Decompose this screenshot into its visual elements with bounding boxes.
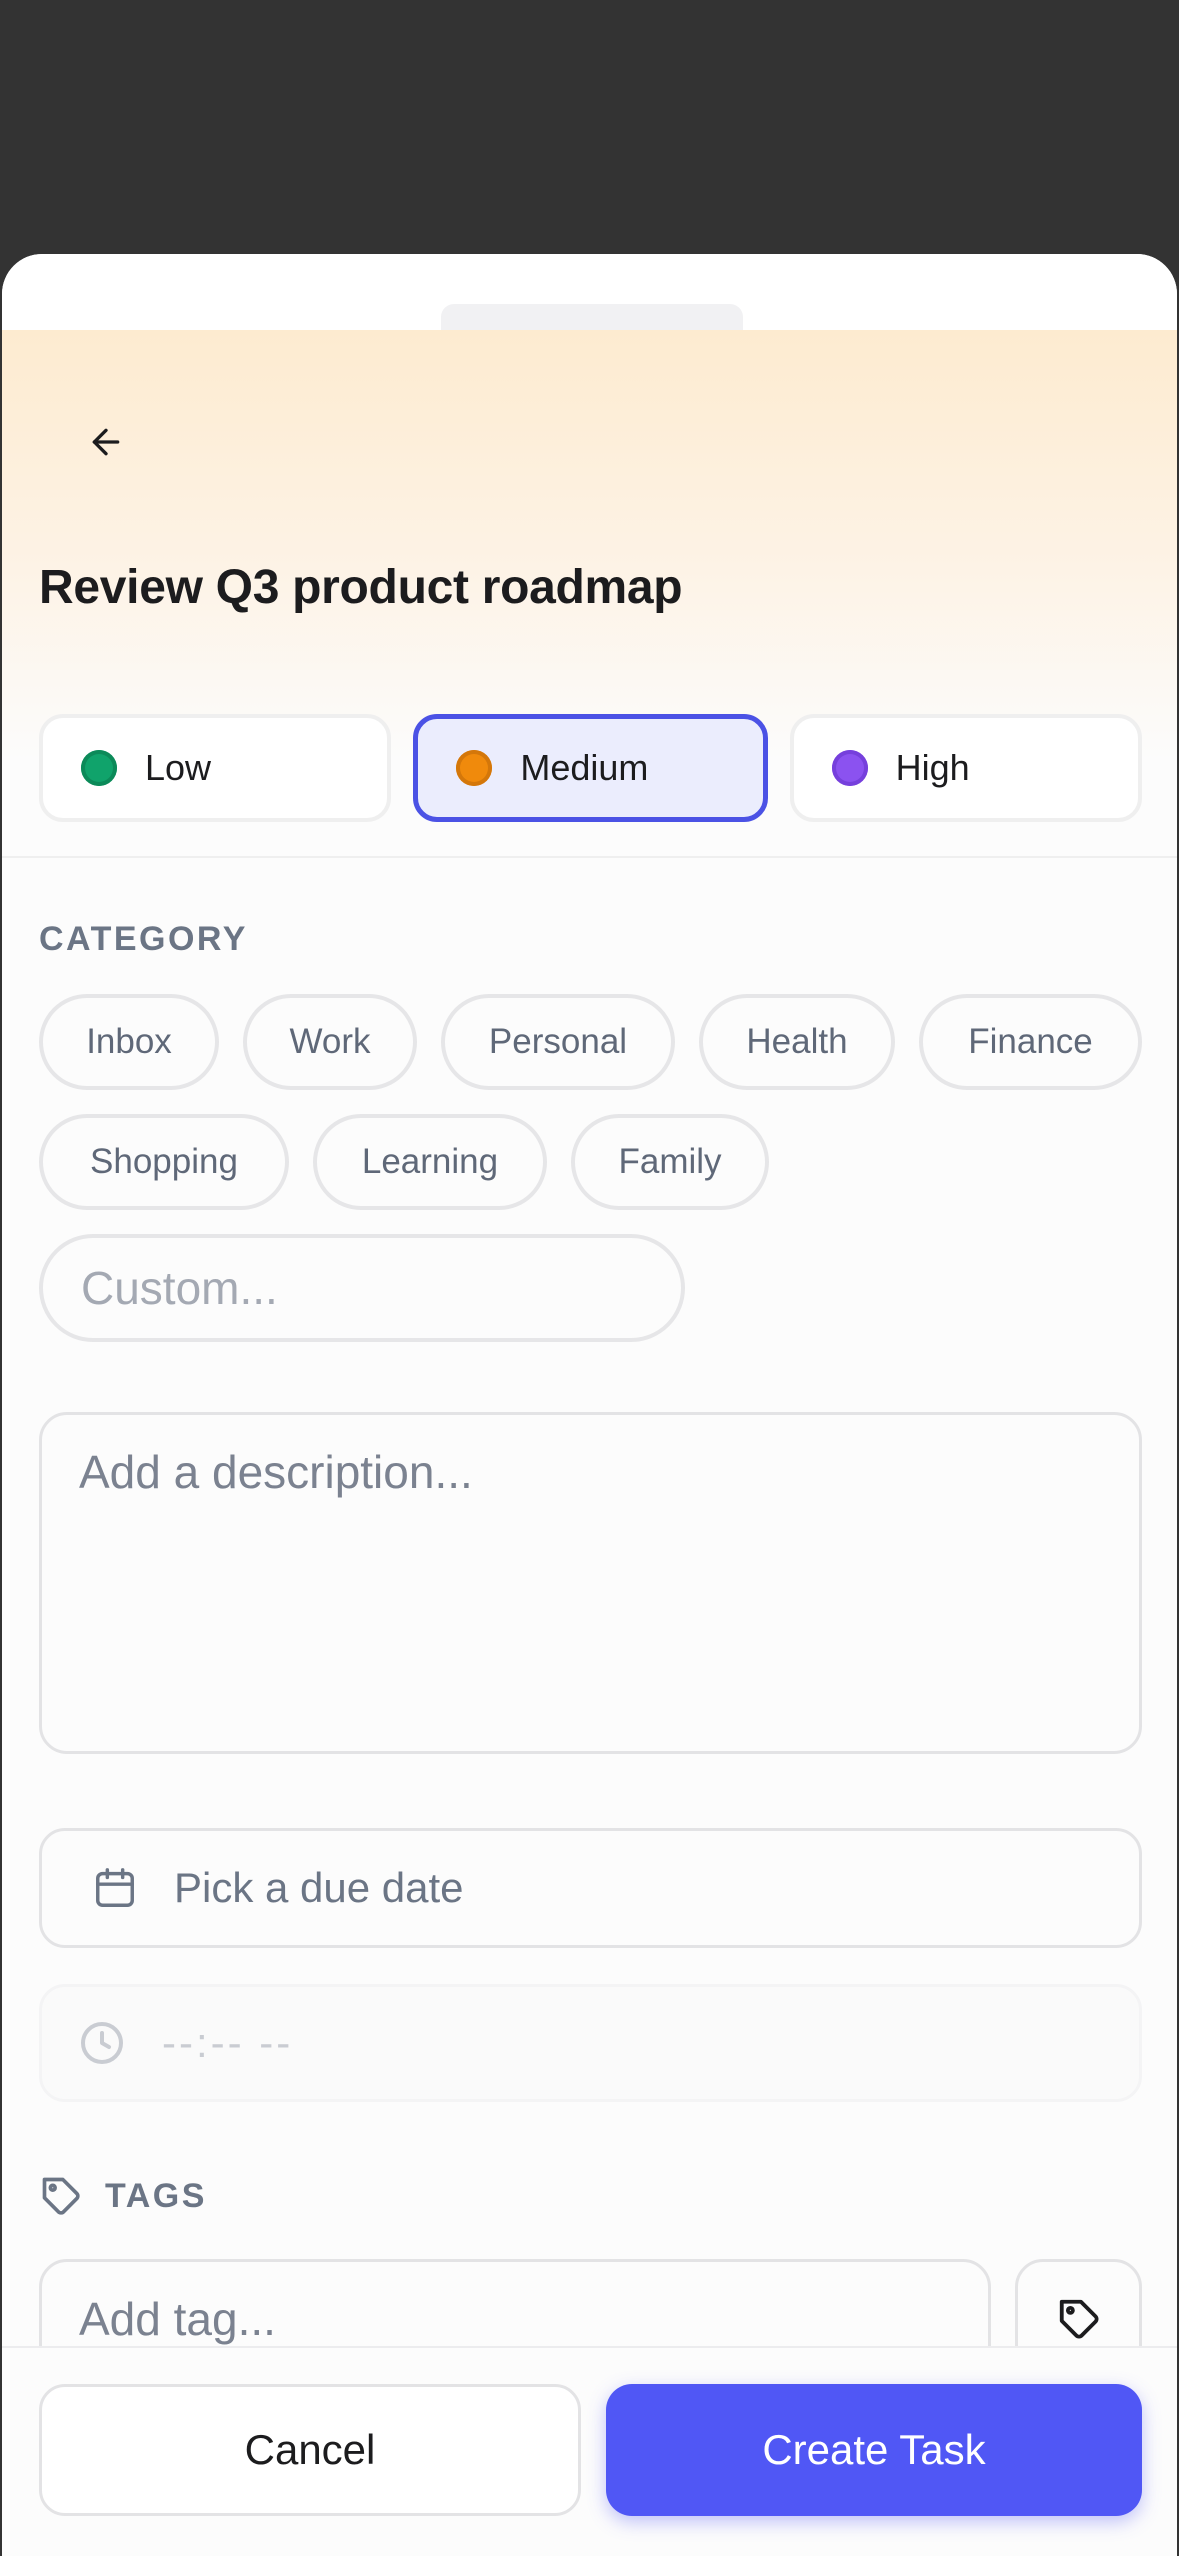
calendar-icon [96, 1868, 134, 1907]
tag-icon [1059, 2299, 1098, 2339]
header-hero [2, 330, 1177, 930]
priority-label: High [895, 747, 970, 788]
priority-low[interactable]: Low [39, 714, 392, 822]
priority-dot-icon [831, 750, 868, 786]
due-date-field[interactable]: Pick a due date [39, 1828, 1142, 1948]
priority-medium[interactable]: Medium [413, 714, 768, 822]
cancel-button[interactable]: Cancel [39, 2384, 581, 2516]
due-time-field[interactable]: --:-- -- [39, 1984, 1142, 2102]
category-chip-finance[interactable]: Finance [919, 994, 1142, 1090]
priority-label: Medium [520, 747, 649, 788]
category-chip-personal[interactable]: Personal [441, 994, 675, 1090]
due-time-placeholder: --:-- -- [162, 2019, 294, 2066]
arrow-left-icon [92, 428, 120, 456]
custom-category-input[interactable] [39, 1234, 685, 1342]
category-chip-health[interactable]: Health [699, 994, 895, 1090]
category-chip-learning[interactable]: Learning [313, 1114, 547, 1210]
tags-header: TAGS [39, 2174, 207, 2218]
category-chip-shopping[interactable]: Shopping [39, 1114, 289, 1210]
priority-high[interactable]: High [789, 714, 1142, 822]
category-chip-work[interactable]: Work [243, 994, 417, 1090]
due-date-placeholder: Pick a due date [174, 1864, 464, 1911]
back-button[interactable] [66, 402, 146, 482]
tag-icon [42, 2177, 80, 2215]
category-label: CATEGORY [39, 920, 248, 958]
priority-label: Low [145, 747, 212, 788]
sheet-grabber[interactable] [441, 304, 743, 330]
priority-selector: Low Medium High [39, 714, 1142, 822]
priority-dot-icon [81, 750, 117, 786]
clock-icon [81, 2022, 123, 2064]
category-chip-inbox[interactable]: Inbox [39, 994, 219, 1090]
create-task-button[interactable]: Create Task [606, 2384, 1142, 2516]
tags-label: TAGS [105, 2176, 207, 2215]
category-chip-family[interactable]: Family [571, 1114, 769, 1210]
priority-dot-icon [456, 750, 493, 786]
task-title: Review Q3 product roadmap [39, 561, 683, 614]
task-sheet: Review Q3 product roadmap Low Medium Hig… [2, 254, 1177, 2556]
section-divider [2, 856, 1177, 858]
footer-actions: Cancel Create Task [2, 2346, 1177, 2556]
description-input[interactable] [39, 1412, 1142, 1754]
